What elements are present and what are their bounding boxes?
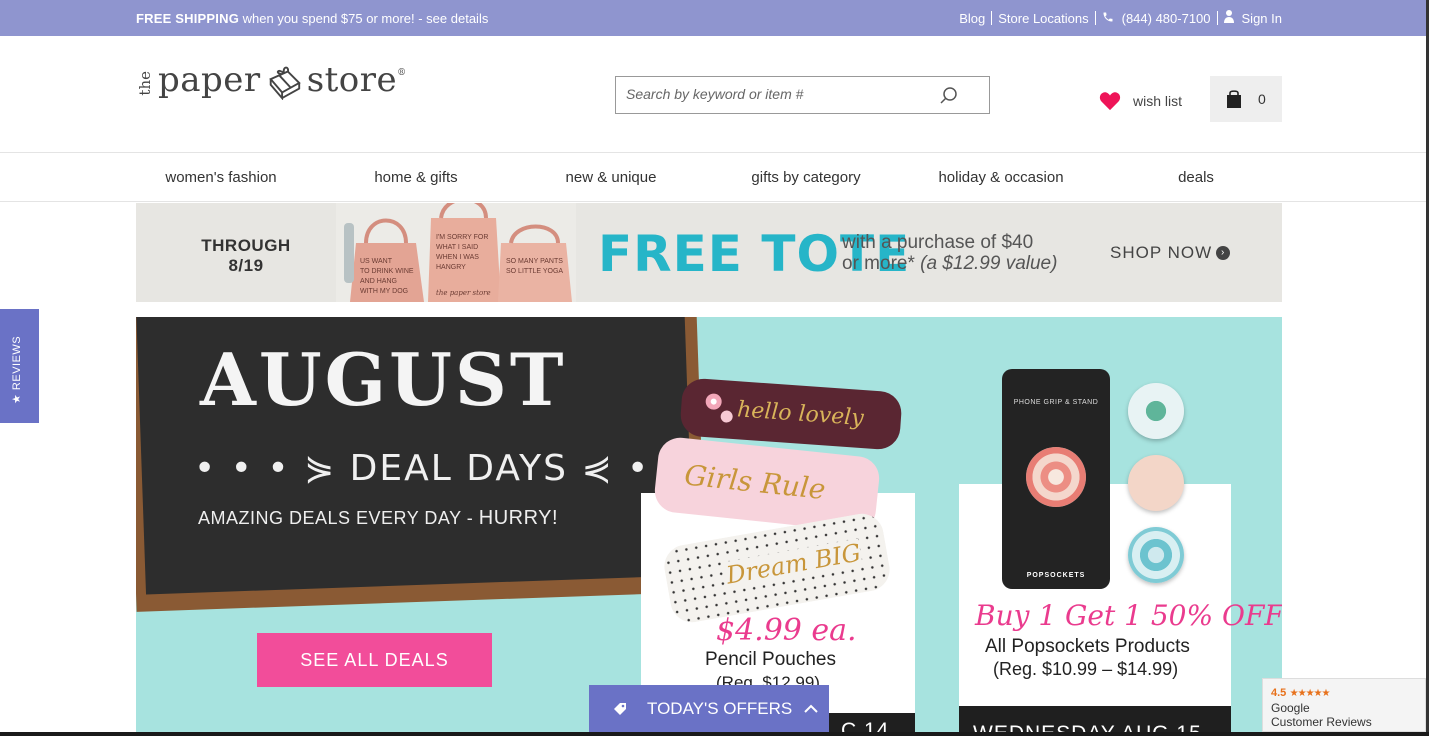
free-shipping-promo[interactable]: FREE SHIPPING when you spend $75 or more… [136,11,488,26]
cart-button[interactable]: 0 [1210,76,1282,122]
promo-rest: when you spend $75 or more! - see detail… [239,11,489,26]
shop-now-label: SHOP NOW [1110,243,1213,262]
tote-bags-image: US WANT TO DRINK WINE AND HANG WITH MY D… [336,203,576,302]
offer2-name: All Popsockets Products [985,636,1190,657]
svg-text:the paper store: the paper store [436,289,491,297]
pouch-text-girls-rule: Girls Rule [682,458,828,507]
tag-icon [614,702,626,715]
google-label: Google [1271,701,1310,715]
through-date: 8/19 [228,256,264,275]
tote-terms-line2a: or more* [842,253,921,274]
blog-link[interactable]: Blog [959,11,985,26]
search-input[interactable] [626,86,926,102]
turtle-grip-image [1128,383,1184,439]
promo-dates: THROUGH 8/19 [196,236,296,276]
divider [991,11,993,25]
chevron-up-icon [804,704,818,713]
svg-text:WHEN I WAS: WHEN I WAS [436,254,479,261]
flower-icon [705,393,733,423]
offer1-price: $4.99 ea. [716,613,857,648]
tote-terms: with a purchase of $40 or more* (a $12.9… [842,232,1057,274]
august-deal-days-hero: AUGUST • • • ⋟ DEAL DAYS ⋞ • • • AMAZING… [136,317,1282,732]
sign-in-link[interactable]: Sign In [1242,11,1282,26]
nav-new-unique[interactable]: new & unique [566,169,657,186]
popsockets-brand: POPSOCKETS [1026,572,1086,579]
nav-home-gifts[interactable]: home & gifts [374,169,457,186]
user-icon [1223,10,1234,26]
shopping-bag-icon [1227,90,1241,108]
logo-word-store: store [306,60,398,100]
teal-mandala-grip-image [1128,527,1184,583]
svg-text:SO MANY PANTS: SO MANY PANTS [506,258,563,265]
top-promo-bar: FREE SHIPPING when you spend $75 or more… [0,0,1426,36]
nav-holiday-occasion[interactable]: holiday & occasion [938,169,1063,186]
popsocket-package: PHONE GRIP & STAND POPSOCKETS [1002,369,1110,589]
wish-list-label: wish list [1133,93,1183,109]
search-box [615,76,990,114]
search-icon[interactable] [939,86,959,106]
hero-title: AUGUST [200,337,567,422]
divider [1094,11,1096,25]
logo-word-paper: paper [158,60,261,100]
svg-text:HANGRY: HANGRY [436,264,466,271]
tote-terms-line2: or more* (a $12.99 value) [842,253,1057,274]
utility-links: Blog Store Locations (844) 480-7100 Sign… [959,10,1282,26]
main-nav: women's fashion home & gifts new & uniqu… [0,152,1426,202]
mandala-grip-image [1026,447,1086,507]
phone-grip-label: PHONE GRIP & STAND [1013,399,1099,406]
hero-tagline: AMAZING DEALS EVERY DAY - HURRY! [198,507,558,530]
free-tote-banner[interactable]: THROUGH 8/19 US WANT TO DRINK WINE AND H… [136,203,1282,302]
blush-grip-image [1128,455,1184,511]
reviews-tab-label: ★ REVIEWS [11,335,23,404]
phone-icon [1102,11,1114,26]
google-rating: 4.5 [1271,687,1287,699]
cart-count: 0 [1258,91,1266,107]
customer-reviews-label: Customer Reviews [1271,715,1372,729]
site-logo[interactable]: the paper store ® [136,60,406,100]
tote-terms-line1: with a purchase of $40 [842,232,1034,253]
todays-offers-label: TODAY'S OFFERS [647,698,793,718]
store-locations-link[interactable]: Store Locations [998,11,1088,26]
phone-number-link[interactable]: (844) 480-7100 [1122,11,1211,26]
window-bottom-edge [0,732,1429,736]
hero-subtitle: • • • ⋟ DEAL DAYS ⋞ • • • [194,448,724,489]
offer2-reg-price: (Reg. $10.99 – $14.99) [993,659,1179,679]
svg-text:SO LITTLE YOGA: SO LITTLE YOGA [506,268,563,275]
through-label: THROUGH [201,236,291,255]
svg-text:I'M SORRY FOR: I'M SORRY FOR [436,234,488,241]
pouch-text-hello-lovely: hello lovely [736,397,865,432]
divider [1216,11,1218,25]
pouch-text-dream-big: Dream BIG [724,538,863,590]
reviews-tab[interactable]: ★ REVIEWS [0,309,39,423]
svg-text:WHAT I SAID: WHAT I SAID [436,244,478,251]
hero-tagline-text: AMAZING DEALS EVERY DAY - [198,508,479,528]
promo-bold: FREE SHIPPING [136,11,240,26]
page: FREE SHIPPING when you spend $75 or more… [0,0,1426,732]
heart-icon [1099,92,1121,111]
svg-text:TO DRINK WINE: TO DRINK WINE [360,268,414,275]
nav-womens-fashion[interactable]: women's fashion [165,169,276,186]
todays-offers-bar[interactable]: TODAY'S OFFERS [589,685,829,732]
gift-icon [268,66,301,100]
svg-text:WITH MY DOG: WITH MY DOG [360,288,408,295]
rating-stars-icon: ★★★★★ [1289,688,1331,699]
arrow-right-circle-icon: › [1216,246,1231,260]
logo-registered: ® [397,68,407,78]
hello-lovely-pouch: hello lovely [679,377,903,451]
offer1-name: Pencil Pouches [705,649,836,670]
offer2-date-banner: WEDNESDAY AUG 15 [959,706,1231,732]
shop-now-link[interactable]: SHOP NOW › [1110,243,1231,263]
google-customer-reviews-badge[interactable]: 4.5 ★★★★★ Google Customer Reviews [1262,678,1426,732]
wish-list-link[interactable]: wish list [1099,91,1182,111]
tote-value: (a $12.99 value) [920,253,1058,274]
svg-text:AND HANG: AND HANG [360,278,397,285]
hero-tagline-hurry: HURRY! [478,507,559,529]
svg-text:US WANT: US WANT [360,258,393,265]
see-all-deals-button[interactable]: SEE ALL DEALS [257,633,492,687]
nav-deals[interactable]: deals [1178,169,1214,186]
logo-the: the [136,71,154,96]
offer2-price: Buy 1 Get 1 50% OFF [975,599,1282,632]
nav-gifts-by-category[interactable]: gifts by category [751,169,860,186]
